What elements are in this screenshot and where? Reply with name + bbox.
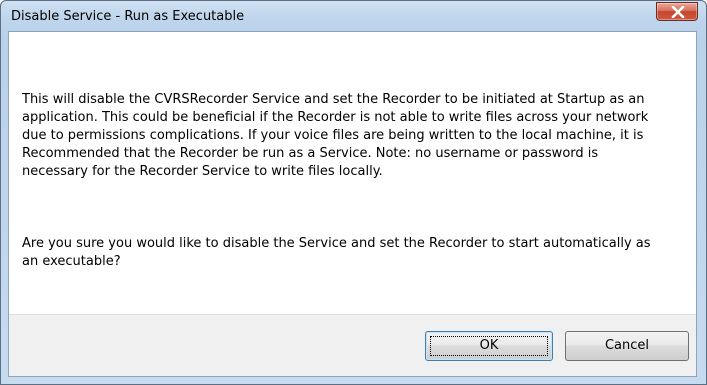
title-bar[interactable]: Disable Service - Run as Executable	[1, 1, 706, 32]
ok-button[interactable]: OK	[425, 331, 553, 361]
window-title: Disable Service - Run as Executable	[11, 9, 245, 24]
cancel-button[interactable]: Cancel	[565, 331, 689, 361]
message-area: This will disable the CVRSRecorder Servi…	[9, 32, 696, 314]
message-text: This will disable the CVRSRecorder Servi…	[22, 92, 649, 179]
focus-rectangle	[430, 336, 548, 356]
dialog-client-area: This will disable the CVRSRecorder Servi…	[8, 31, 697, 377]
close-x-icon	[671, 6, 685, 18]
dialog-window: Disable Service - Run as Executable This…	[0, 0, 707, 385]
button-bar: OK Cancel	[9, 314, 696, 376]
close-button[interactable]	[656, 2, 698, 21]
question-text: Are you sure you would like to disable t…	[22, 236, 651, 269]
